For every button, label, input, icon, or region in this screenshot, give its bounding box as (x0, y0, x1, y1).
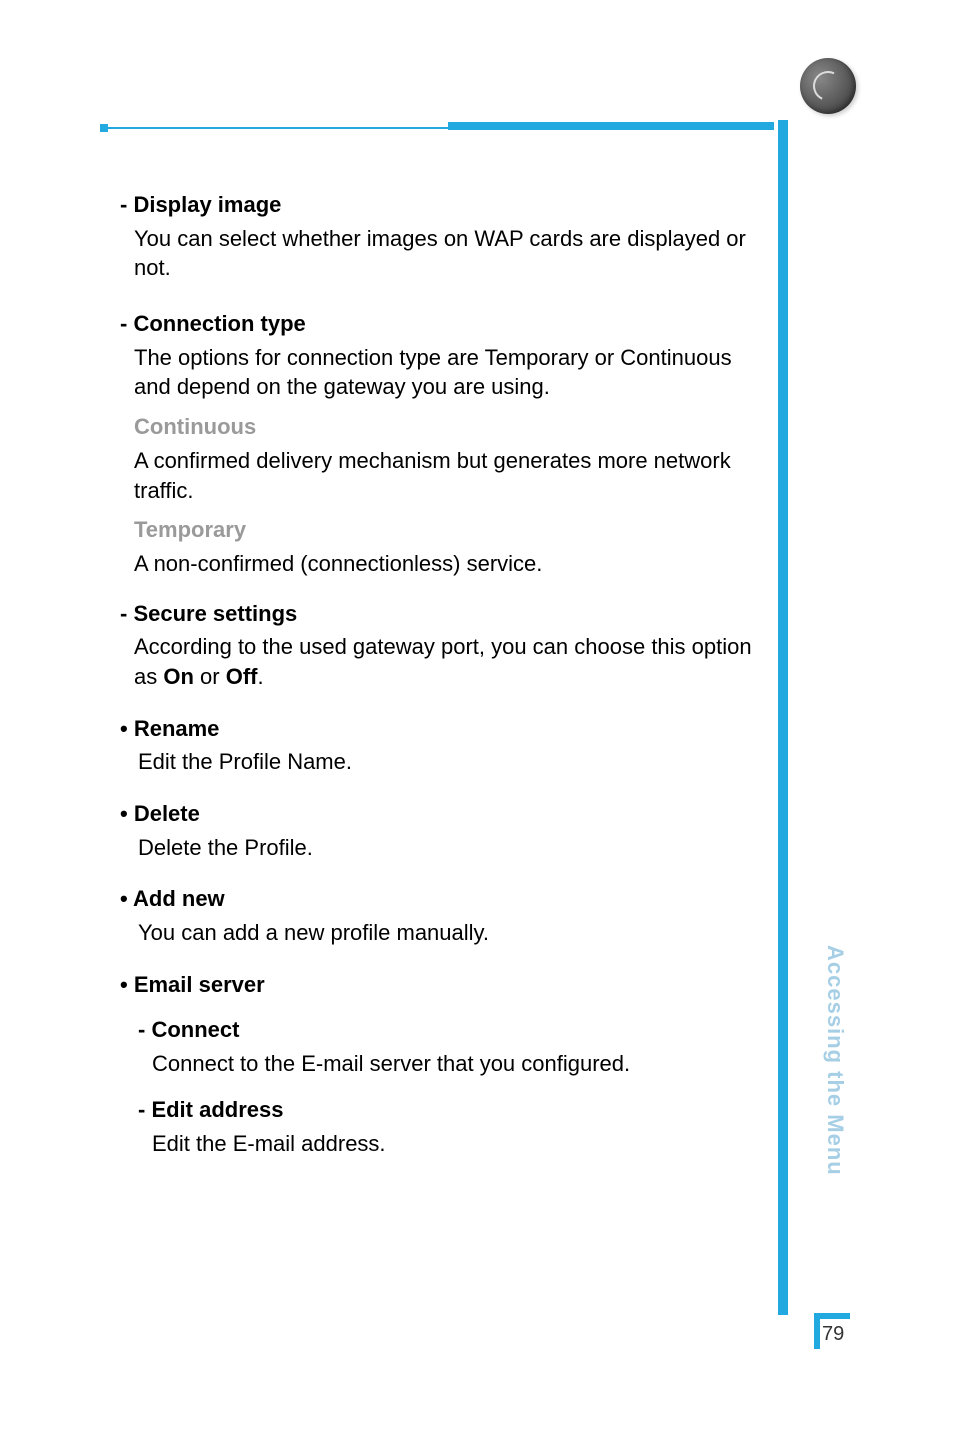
section-add-new: • Add new You can add a new profile manu… (120, 884, 760, 947)
section-rename: • Rename Edit the Profile Name. (120, 714, 760, 777)
continuous-block: Continuous A confirmed delivery mechanis… (120, 412, 760, 505)
display-image-desc: You can select whether images on WAP car… (120, 224, 760, 283)
section-connection-type: - Connection type The options for connec… (120, 309, 760, 579)
add-new-desc: You can add a new profile manually. (120, 918, 760, 948)
header-rule (100, 120, 774, 130)
email-connect-title: - Connect (138, 1015, 760, 1045)
delete-title: • Delete (120, 799, 760, 829)
continuous-label: Continuous (134, 412, 760, 442)
email-edit-desc: Edit the E-mail address. (138, 1129, 760, 1159)
add-new-title: • Add new (120, 884, 760, 914)
section-email-server: • Email server - Connect Connect to the … (120, 970, 760, 1158)
header-thin-bar (108, 127, 448, 129)
section-display-image: - Display image You can select whether i… (120, 190, 760, 283)
rename-desc: Edit the Profile Name. (120, 747, 760, 777)
temporary-desc: A non-confirmed (connectionless) service… (134, 549, 760, 579)
secure-settings-title: - Secure settings (120, 599, 760, 629)
delete-desc: Delete the Profile. (120, 833, 760, 863)
email-connect-block: - Connect Connect to the E-mail server t… (120, 1015, 760, 1078)
continuous-desc: A confirmed delivery mechanism but gener… (134, 446, 760, 505)
display-image-title: - Display image (120, 190, 760, 220)
page-corner-v (814, 1313, 820, 1349)
email-connect-desc: Connect to the E-mail server that you co… (138, 1049, 760, 1079)
header-dot (100, 124, 108, 132)
connection-type-desc: The options for connection type are Temp… (120, 343, 760, 402)
page-number: 79 (822, 1323, 844, 1346)
email-server-title: • Email server (120, 970, 760, 1000)
header-thick-bar (448, 122, 774, 130)
temporary-block: Temporary A non-confirmed (connectionles… (120, 515, 760, 578)
page-content: - Display image You can select whether i… (120, 190, 760, 1158)
right-vertical-bar (778, 120, 788, 1315)
secure-on: On (163, 664, 194, 689)
secure-off: Off (226, 664, 258, 689)
secure-or: or (194, 664, 226, 689)
page-number-box: 79 (814, 1313, 854, 1353)
globe-icon (800, 58, 856, 114)
section-delete: • Delete Delete the Profile. (120, 799, 760, 862)
email-edit-block: - Edit address Edit the E-mail address. (120, 1095, 760, 1158)
side-section-label: Accessing the Menu (818, 945, 848, 1265)
secure-period: . (257, 664, 263, 689)
section-secure-settings: - Secure settings According to the used … (120, 599, 760, 692)
temporary-label: Temporary (134, 515, 760, 545)
secure-settings-desc: According to the used gateway port, you … (120, 632, 760, 691)
connection-type-title: - Connection type (120, 309, 760, 339)
rename-title: • Rename (120, 714, 760, 744)
email-edit-title: - Edit address (138, 1095, 760, 1125)
